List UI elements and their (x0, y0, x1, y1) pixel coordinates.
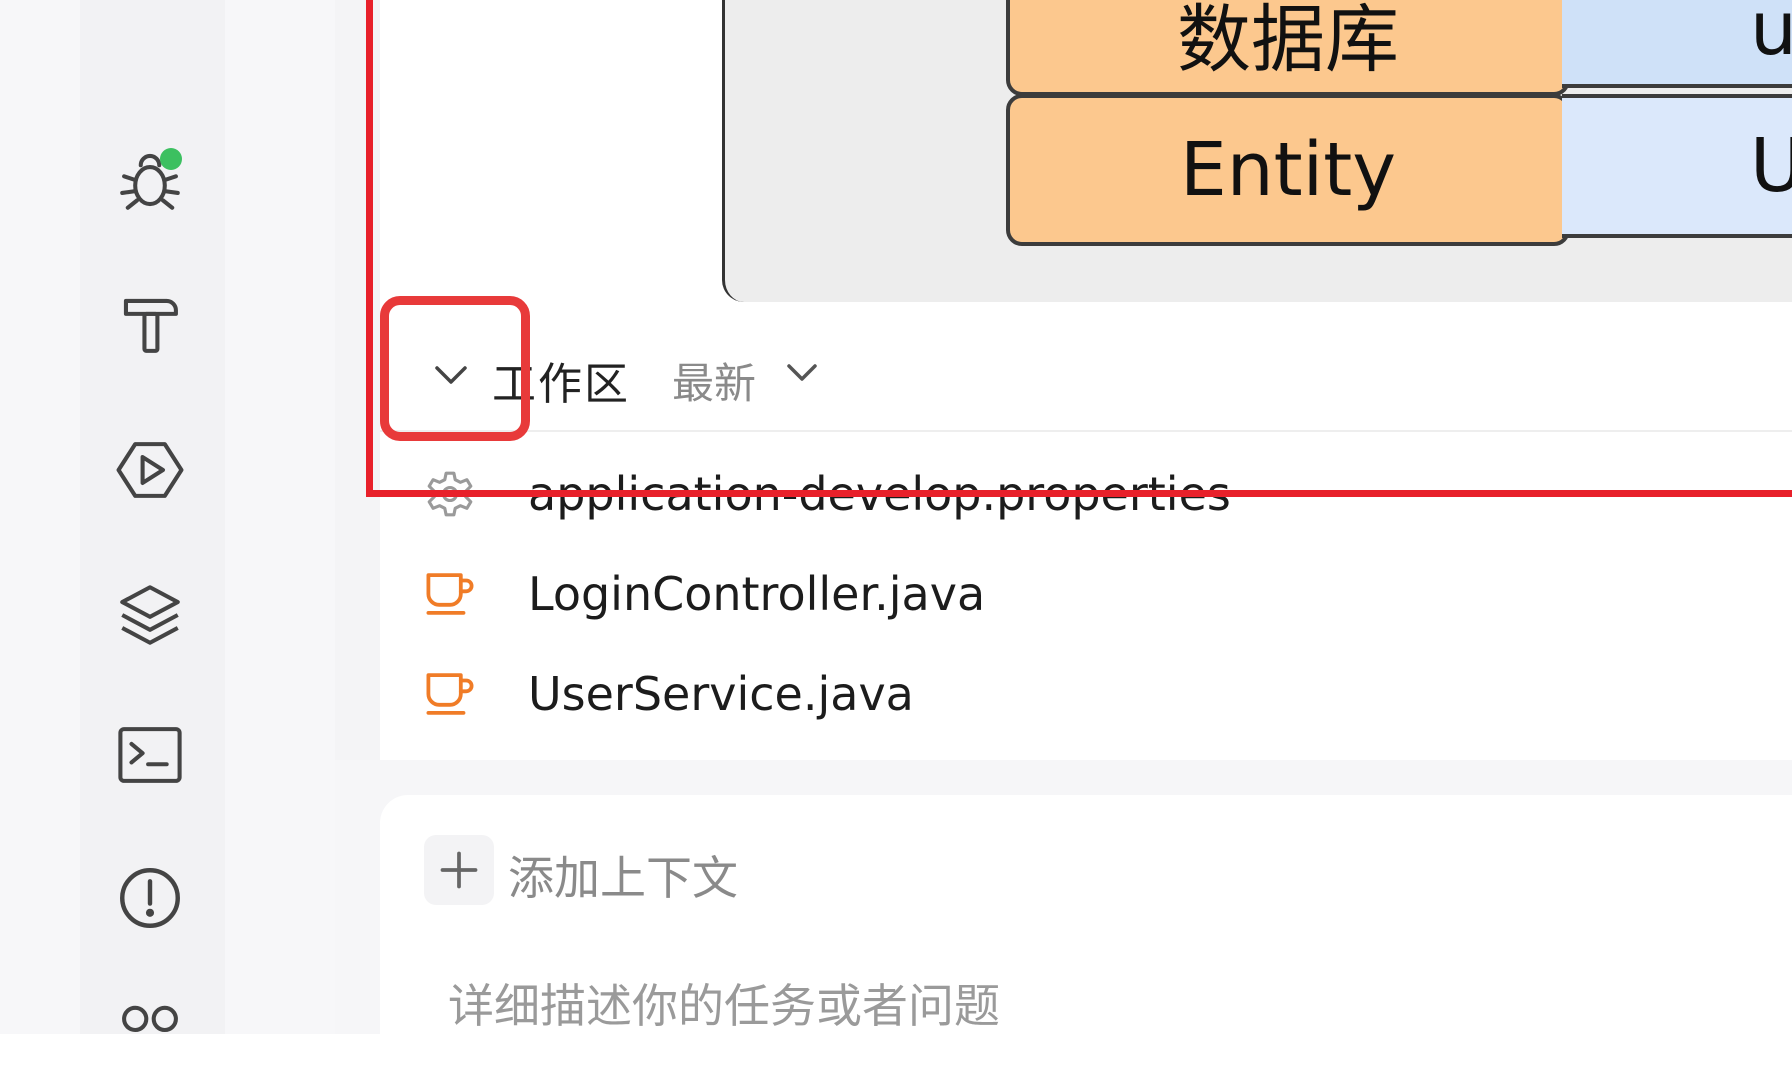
people-icon[interactable] (110, 990, 190, 1070)
layers-icon[interactable] (110, 575, 190, 655)
build-hammer-icon[interactable] (110, 285, 190, 365)
file-item-user-service[interactable]: UserService.java (420, 654, 1420, 734)
side-gutter (225, 0, 335, 1034)
java-cup-icon (420, 564, 480, 624)
status-dot (160, 148, 182, 170)
file-name: UserService.java (528, 667, 914, 721)
file-item-login-controller[interactable]: LoginController.java (420, 554, 1420, 634)
file-name: LoginController.java (528, 567, 986, 621)
terminal-icon[interactable] (110, 715, 190, 795)
debug-bug-icon[interactable] (110, 140, 190, 220)
plus-icon (440, 851, 478, 889)
problems-icon[interactable] (110, 858, 190, 938)
run-icon[interactable] (110, 430, 190, 510)
add-context-label[interactable]: 添加上下文 (508, 842, 738, 908)
outer-gutter (0, 0, 80, 1034)
java-cup-icon (420, 664, 480, 724)
add-context-button[interactable] (424, 835, 494, 905)
annotation-highlight-box (366, 0, 1792, 497)
task-input-placeholder[interactable]: 详细描述你的任务或者问题 (448, 970, 1000, 1036)
annotation-chevron-highlight (380, 296, 530, 441)
